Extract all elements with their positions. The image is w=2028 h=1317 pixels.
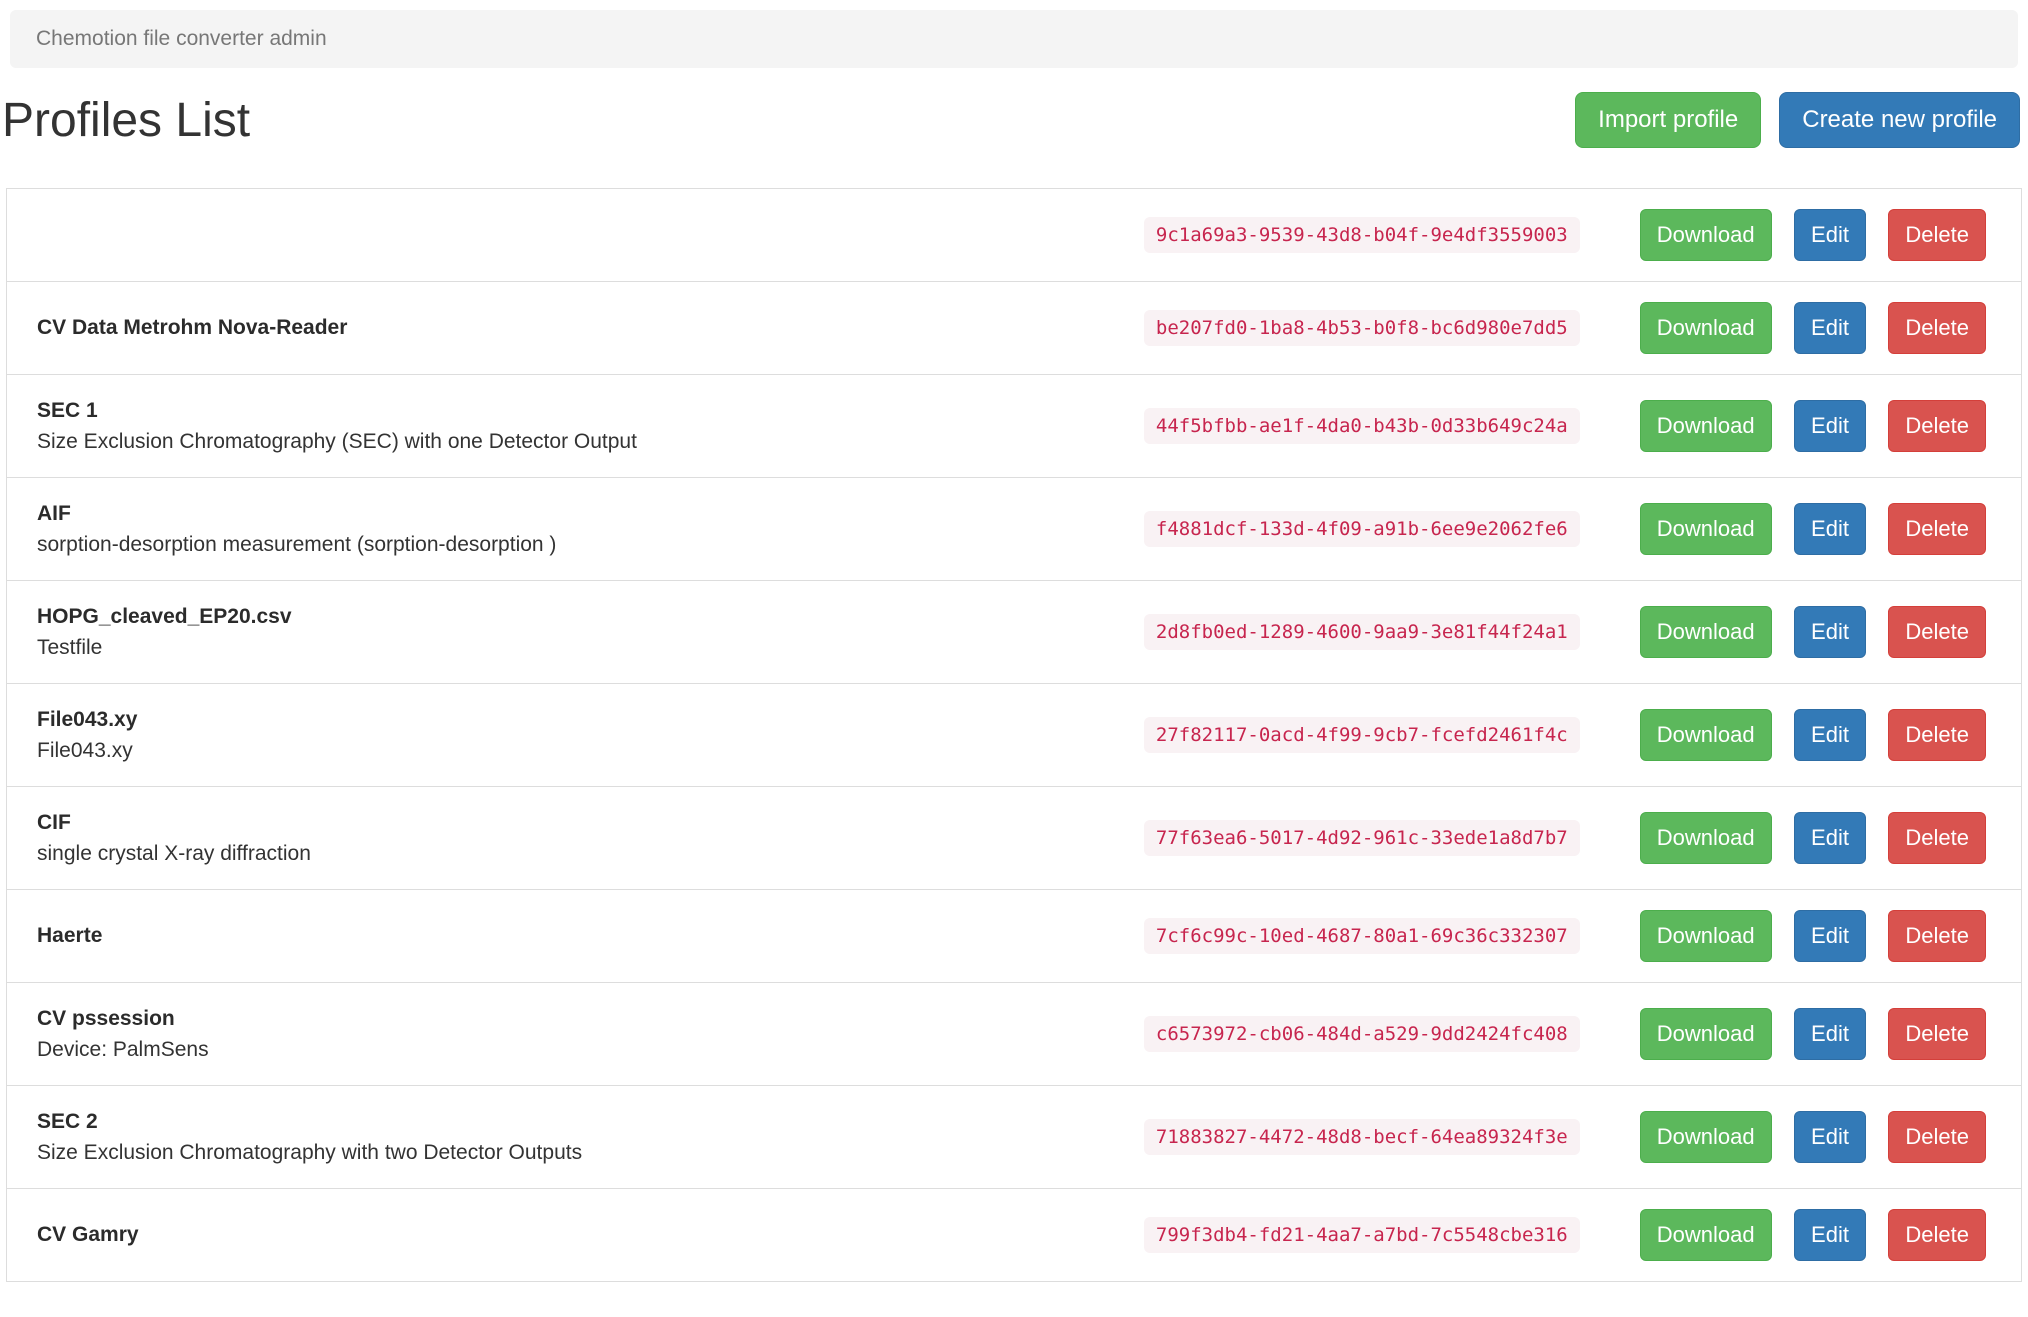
table-row: Haerte 7cf6c99c-10ed-4687-80a1-69c36c332… xyxy=(6,889,2022,983)
profile-title: HOPG_cleaved_EP20.csv xyxy=(37,605,292,628)
download-button[interactable]: Download xyxy=(1639,709,1772,761)
profile-title: SEC 2 xyxy=(37,1110,98,1133)
delete-button[interactable]: Delete xyxy=(1888,503,1986,555)
profile-uuid: 71883827-4472-48d8-becf-64ea89324f3e xyxy=(1143,1119,1580,1155)
edit-button[interactable]: Edit xyxy=(1794,209,1866,261)
delete-button[interactable]: Delete xyxy=(1888,400,1986,452)
edit-button[interactable]: Edit xyxy=(1794,1209,1866,1261)
profile-uuid: 2d8fb0ed-1289-4600-9aa9-3e81f44f24a1 xyxy=(1143,614,1580,650)
page-title: Profiles List xyxy=(2,93,251,147)
profile-description: Testfile xyxy=(37,636,103,659)
profile-title: CV Data Metrohm Nova-Reader xyxy=(37,316,348,339)
table-row: SEC 2 Size Exclusion Chromatography with… xyxy=(6,1085,2022,1189)
edit-button[interactable]: Edit xyxy=(1794,709,1866,761)
download-button[interactable]: Download xyxy=(1639,1008,1772,1060)
download-button[interactable]: Download xyxy=(1639,910,1772,962)
edit-button[interactable]: Edit xyxy=(1794,910,1866,962)
import-profile-button[interactable]: Import profile xyxy=(1575,92,1762,148)
delete-button[interactable]: Delete xyxy=(1888,1008,1986,1060)
download-button[interactable]: Download xyxy=(1639,209,1772,261)
navbar-brand[interactable]: Chemotion file converter admin xyxy=(36,27,327,51)
delete-button[interactable]: Delete xyxy=(1888,1209,1986,1261)
create-new-profile-button[interactable]: Create new profile xyxy=(1779,92,2020,148)
edit-button[interactable]: Edit xyxy=(1794,400,1866,452)
profile-title: CIF xyxy=(37,811,71,834)
delete-button[interactable]: Delete xyxy=(1888,1111,1986,1163)
profile-title: SEC 1 xyxy=(37,399,98,422)
delete-button[interactable]: Delete xyxy=(1888,302,1986,354)
profile-uuid: 27f82117-0acd-4f99-9cb7-fcefd2461f4c xyxy=(1143,717,1580,753)
edit-button[interactable]: Edit xyxy=(1794,503,1866,555)
table-row: HOPG_cleaved_EP20.csv Testfile 2d8fb0ed-… xyxy=(6,580,2022,684)
download-button[interactable]: Download xyxy=(1639,1111,1772,1163)
edit-button[interactable]: Edit xyxy=(1794,606,1866,658)
profile-uuid: 9c1a69a3-9539-43d8-b04f-9e4df3559003 xyxy=(1143,217,1580,253)
profile-description: single crystal X-ray diffraction xyxy=(37,842,311,865)
header-actions: Import profile Create new profile xyxy=(1575,92,2020,148)
profile-description: Size Exclusion Chromatography (SEC) with… xyxy=(37,430,637,453)
delete-button[interactable]: Delete xyxy=(1888,812,1986,864)
profile-title: AIF xyxy=(37,502,71,525)
table-row: 9c1a69a3-9539-43d8-b04f-9e4df3559003 Dow… xyxy=(7,189,2022,282)
edit-button[interactable]: Edit xyxy=(1794,1111,1866,1163)
download-button[interactable]: Download xyxy=(1639,503,1772,555)
table-row: CV Data Metrohm Nova-Reader be207fd0-1ba… xyxy=(6,281,2022,375)
table-row: CV pssession Device: PalmSens c6573972-c… xyxy=(6,982,2022,1086)
profile-uuid: 7cf6c99c-10ed-4687-80a1-69c36c332307 xyxy=(1143,918,1580,954)
page-header: Profiles List Import profile Create new … xyxy=(2,92,2020,148)
profile-uuid: c6573972-cb06-484d-a529-9dd2424fc408 xyxy=(1143,1016,1580,1052)
profile-description: File043.xy xyxy=(37,739,133,762)
delete-button[interactable]: Delete xyxy=(1888,606,1986,658)
edit-button[interactable]: Edit xyxy=(1794,302,1866,354)
table-row: SEC 1 Size Exclusion Chromatography (SEC… xyxy=(6,374,2022,478)
profile-title: CV Gamry xyxy=(37,1223,139,1246)
edit-button[interactable]: Edit xyxy=(1794,812,1866,864)
profile-uuid: f4881dcf-133d-4f09-a91b-6ee9e2062fe6 xyxy=(1143,511,1580,547)
profile-uuid: 77f63ea6-5017-4d92-961c-33ede1a8d7b7 xyxy=(1143,820,1580,856)
table-row: File043.xy File043.xy 27f82117-0acd-4f99… xyxy=(6,683,2022,787)
profiles-table-container: 9c1a69a3-9539-43d8-b04f-9e4df3559003 Dow… xyxy=(6,188,2022,1282)
profile-uuid: 44f5bfbb-ae1f-4da0-b43b-0d33b649c24a xyxy=(1143,408,1580,444)
top-navbar: Chemotion file converter admin xyxy=(10,10,2018,68)
profiles-table: 9c1a69a3-9539-43d8-b04f-9e4df3559003 Dow… xyxy=(6,188,2022,1282)
profile-title: File043.xy xyxy=(37,708,138,731)
delete-button[interactable]: Delete xyxy=(1888,209,1986,261)
table-row: CV Gamry 799f3db4-fd21-4aa7-a7bd-7c5548c… xyxy=(6,1188,2022,1282)
profile-uuid: be207fd0-1ba8-4b53-b0f8-bc6d980e7dd5 xyxy=(1143,310,1580,346)
profile-description: Size Exclusion Chromatography with two D… xyxy=(37,1141,583,1164)
profile-uuid: 799f3db4-fd21-4aa7-a7bd-7c5548cbe316 xyxy=(1143,1217,1580,1253)
profile-title: CV pssession xyxy=(37,1007,175,1030)
profile-description: sorption-desorption measurement (sorptio… xyxy=(37,533,557,556)
download-button[interactable]: Download xyxy=(1639,812,1772,864)
delete-button[interactable]: Delete xyxy=(1888,910,1986,962)
download-button[interactable]: Download xyxy=(1639,302,1772,354)
download-button[interactable]: Download xyxy=(1639,606,1772,658)
profile-description: Device: PalmSens xyxy=(37,1038,209,1061)
edit-button[interactable]: Edit xyxy=(1794,1008,1866,1060)
download-button[interactable]: Download xyxy=(1639,1209,1772,1261)
delete-button[interactable]: Delete xyxy=(1888,709,1986,761)
profile-title: Haerte xyxy=(37,924,103,947)
table-row: CIF single crystal X-ray diffraction 77f… xyxy=(6,786,2022,890)
table-row: AIF sorption-desorption measurement (sor… xyxy=(6,477,2022,581)
download-button[interactable]: Download xyxy=(1639,400,1772,452)
